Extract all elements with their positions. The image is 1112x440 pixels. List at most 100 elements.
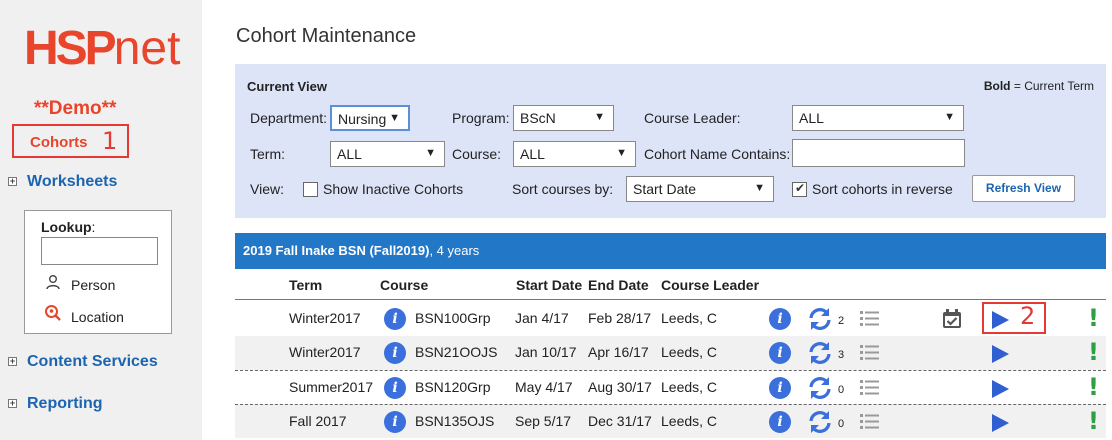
lookup-option-person[interactable]: Person (43, 274, 115, 293)
annotation-box-2 (982, 302, 1046, 334)
term-select[interactable]: ALL ▼ (330, 141, 445, 167)
table-row: Winter2017 i BSN100Grp Jan 4/17 Feb 28/17 Lee… (235, 302, 1106, 336)
expand-icon[interactable]: + (8, 177, 17, 187)
department-label: Department: (250, 110, 328, 126)
expand-icon[interactable]: + (8, 357, 17, 367)
term-cell: Summer2017 (289, 379, 374, 395)
leader-info-icon[interactable]: i (769, 411, 791, 433)
sort-reverse-checkbox[interactable] (792, 181, 807, 197)
sort-by-select[interactable]: Start Date ▼ (626, 176, 774, 202)
table-row: Winter2017 i BSN21OOJS Jan 10/17 Apr 16/17 Le… (235, 336, 1106, 370)
course-leader-select[interactable]: ALL ▼ (792, 105, 964, 131)
header-divider (235, 299, 1106, 300)
sort-reverse-label: Sort cohorts in reverse (812, 181, 953, 197)
annotation-number-2: 2 (1020, 302, 1036, 330)
refresh-sync-icon[interactable] (807, 340, 833, 366)
refresh-sync-icon[interactable] (807, 375, 833, 401)
leader-info-icon[interactable]: i (769, 377, 791, 399)
sidebar-item-reporting[interactable]: + Reporting (8, 395, 103, 413)
dropdown-arrow-icon: ▼ (594, 111, 605, 123)
course-info-icon[interactable]: i (384, 342, 406, 364)
alert-icon[interactable]: ! (1088, 304, 1099, 332)
list-icon[interactable] (859, 342, 881, 364)
page-title: Cohort Maintenance (236, 25, 417, 47)
list-icon[interactable] (859, 411, 881, 433)
course-select[interactable]: ALL ▼ (513, 141, 636, 167)
play-icon[interactable] (990, 344, 1010, 364)
program-select[interactable]: BScN ▼ (513, 105, 614, 131)
course-leader-label: Course Leader: (644, 110, 741, 126)
end-date-cell: Apr 16/17 (588, 344, 649, 360)
current-term-legend: Bold = Current Term (983, 79, 1094, 93)
course-cell[interactable]: BSN135OJS (415, 413, 494, 429)
alert-icon[interactable]: ! (1088, 373, 1099, 401)
calendar-check-icon[interactable] (941, 308, 963, 330)
lookup-option-location[interactable]: Location (43, 304, 124, 325)
play-icon[interactable] (990, 379, 1010, 399)
dropdown-arrow-icon: ▼ (616, 147, 627, 159)
dropdown-arrow-icon: ▼ (754, 182, 765, 194)
refresh-sync-icon[interactable] (807, 409, 833, 435)
column-header-term: Term (289, 277, 323, 293)
course-label: Course: (452, 146, 502, 162)
current-view-panel: Current View Bold = Current Term Departm… (235, 64, 1106, 218)
dropdown-arrow-icon: ▼ (944, 111, 955, 123)
sidebar-item-worksheets[interactable]: + Worksheets (8, 173, 117, 191)
column-header-start-date: Start Date (516, 277, 583, 293)
view-label: View: (250, 181, 284, 197)
play-icon[interactable] (990, 413, 1010, 433)
expand-icon[interactable]: + (8, 399, 17, 409)
start-date-cell: May 4/17 (515, 379, 573, 395)
course-leader-cell: Leeds, C (661, 413, 718, 429)
location-search-icon (43, 304, 63, 325)
demo-label: **Demo** (34, 98, 117, 119)
course-cell[interactable]: BSN120Grp (415, 379, 490, 395)
term-label: Term: (250, 146, 285, 162)
end-date-cell: Aug 30/17 (588, 379, 652, 395)
table-row: Summer2017 i BSN120Grp May 4/17 Aug 30/17 Lee… (235, 370, 1106, 404)
annotation-box-1: Cohorts 1 (12, 124, 129, 158)
course-leader-cell: Leeds, C (661, 379, 718, 395)
lookup-input[interactable] (41, 237, 158, 265)
term-cell: Winter2017 (289, 344, 361, 360)
alert-icon[interactable]: ! (1088, 338, 1099, 366)
refresh-sync-icon[interactable] (807, 306, 833, 332)
leader-info-icon[interactable]: i (769, 308, 791, 330)
show-inactive-label: Show Inactive Cohorts (323, 181, 464, 197)
sync-count: 0 (838, 384, 845, 396)
dropdown-arrow-icon: ▼ (389, 112, 400, 124)
start-date-cell: Jan 4/17 (515, 310, 569, 326)
term-cell: Fall 2017 (289, 413, 347, 429)
start-date-cell: Sep 5/17 (515, 413, 572, 429)
sidebar-item-content-services[interactable]: + Content Services (8, 353, 158, 371)
alert-icon[interactable]: ! (1088, 407, 1099, 435)
course-leader-cell: Leeds, C (661, 310, 718, 326)
person-icon (43, 274, 63, 293)
course-info-icon[interactable]: i (384, 377, 406, 399)
cohort-header[interactable]: 2019 Fall Inake BSN (Fall2019), 4 years (235, 233, 1106, 269)
cohort-name-input[interactable] (792, 139, 965, 167)
course-info-icon[interactable]: i (384, 308, 406, 330)
table-row: Fall 2017 i BSN135OJS Sep 5/17 Dec 31/17 Leed… (235, 404, 1106, 438)
sync-count: 3 (838, 349, 845, 361)
course-info-icon[interactable]: i (384, 411, 406, 433)
start-date-cell: Jan 10/17 (515, 344, 577, 360)
lookup-label: Lookup: (41, 219, 96, 235)
show-inactive-checkbox[interactable] (303, 182, 318, 197)
course-cell[interactable]: BSN100Grp (415, 310, 490, 326)
annotation-number-1: 1 (102, 127, 118, 155)
course-cell[interactable]: BSN21OOJS (415, 344, 497, 360)
department-select[interactable]: Nursing ▼ (330, 105, 410, 131)
column-header-end-date: End Date (588, 277, 649, 293)
sync-count: 2 (838, 315, 845, 327)
list-icon[interactable] (859, 377, 881, 399)
sidebar-item-cohorts[interactable]: Cohorts (30, 134, 88, 151)
list-icon[interactable] (859, 308, 881, 330)
hspnet-logo[interactable]: HSPnet (24, 24, 180, 74)
dropdown-arrow-icon: ▼ (425, 147, 436, 159)
program-label: Program: (452, 110, 510, 126)
leader-info-icon[interactable]: i (769, 342, 791, 364)
refresh-view-button[interactable]: Refresh View (972, 175, 1075, 202)
current-view-title: Current View (247, 79, 327, 94)
column-header-course: Course (380, 277, 429, 293)
